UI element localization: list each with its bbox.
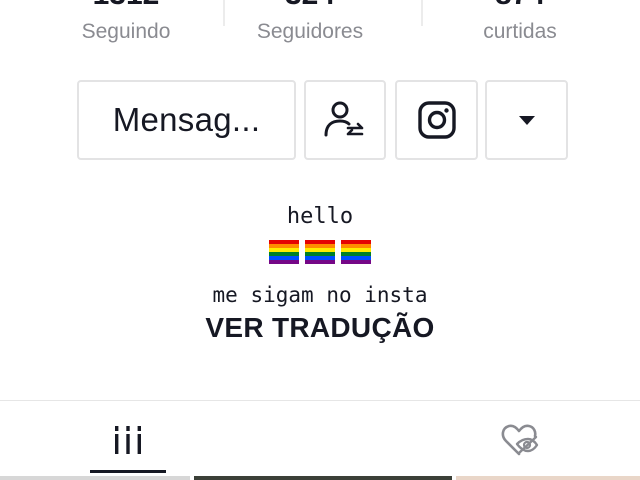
following-label: Seguindo [81,20,171,43]
video-thumbnail[interactable] [194,476,452,480]
video-thumbnail[interactable] [0,476,190,480]
caret-down-icon [518,116,535,125]
tabs-divider [0,400,640,401]
rainbow-flag-icon [341,240,372,264]
heart-hidden-icon [501,424,539,456]
user-swap-icon [324,101,364,137]
instagram-button[interactable] [395,80,478,160]
rainbow-flag-icon [268,240,299,264]
active-tab-indicator [90,470,166,473]
followers-label: Seguidores [256,20,364,43]
following-count: 1312 [26,0,226,12]
tab-liked[interactable] [480,410,560,470]
bio-line-3: me sigam no insta [212,283,428,307]
follow-toggle-button[interactable] [304,80,386,160]
grid-bars-icon [115,426,141,454]
more-options-button[interactable] [485,80,568,160]
bio-line-1: hello [286,204,354,229]
likes-label: curtidas [483,20,557,43]
translate-link[interactable]: VER TRADUÇÃO [0,312,640,344]
followers-count: 324 [210,0,410,12]
message-button-label: Mensag... [112,101,261,138]
tab-videos[interactable] [90,410,166,470]
video-thumbnail[interactable] [456,476,640,480]
instagram-icon [417,101,456,139]
bio-emoji-line [0,240,640,268]
rainbow-flag-icon [305,240,335,264]
profile-stats: 1312 Seguindo 324 Seguidores 874 curtida… [0,0,640,60]
message-button[interactable]: Mensag... [77,80,296,160]
likes-count: 874 [420,0,620,12]
